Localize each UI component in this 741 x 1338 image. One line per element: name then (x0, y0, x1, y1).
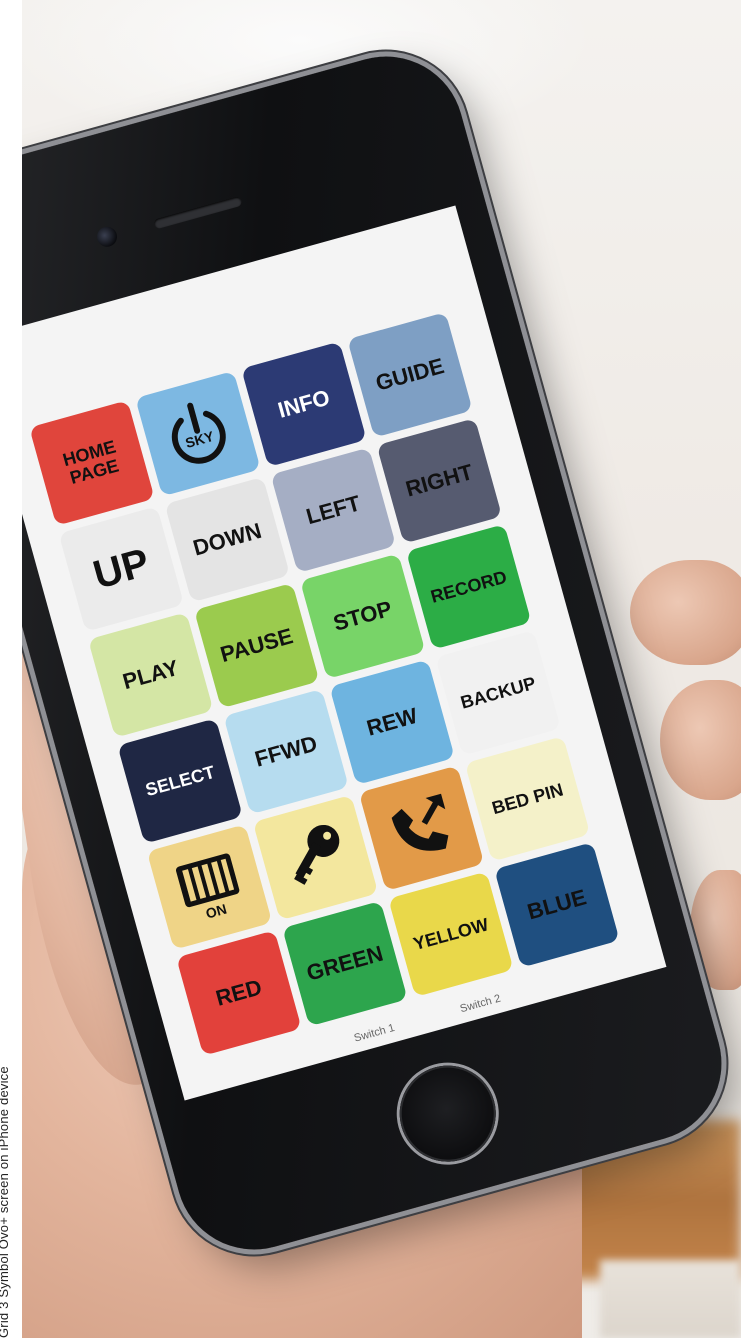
tile-label: REW (364, 703, 421, 742)
tile-label: GREEN (303, 941, 386, 987)
tile-label: PLAY (120, 655, 182, 695)
tile-down[interactable]: DOWN (164, 476, 291, 603)
tile-guide[interactable]: GUIDE (347, 312, 473, 438)
tile-label: ON (203, 900, 229, 922)
tile-label: DOWN (190, 518, 265, 561)
tile-phone-call-icon[interactable] (358, 765, 485, 892)
tile-label: RECORD (428, 566, 509, 607)
tile-ffwd[interactable]: FFWD (223, 688, 349, 815)
tile-up[interactable]: UP (58, 506, 185, 632)
background-floor (600, 1260, 741, 1338)
image-caption: Grid 3 Symbol Ovo+ screen on iPhone devi… (0, 1066, 11, 1338)
tile-home-page[interactable]: HOME PAGE (29, 400, 155, 526)
tile-red[interactable]: RED (176, 930, 302, 1056)
tile-label: STOP (330, 596, 395, 637)
tile-record[interactable]: RECORD (405, 524, 532, 650)
tile-label: YELLOW (411, 913, 491, 954)
tile-play[interactable]: PLAY (87, 612, 214, 738)
tile-label: BLUE (524, 884, 590, 925)
tile-select[interactable]: SELECT (117, 718, 243, 844)
heater-icon (170, 847, 245, 912)
tile-label: PAUSE (217, 623, 296, 668)
tile-yellow[interactable]: YELLOW (388, 871, 514, 998)
tile-backup[interactable]: BACKUP (435, 630, 561, 756)
tile-right[interactable]: RIGHT (376, 418, 503, 544)
tile-sky[interactable]: SKY (135, 370, 261, 497)
key-icon (266, 808, 364, 906)
tile-label: SELECT (143, 761, 217, 800)
tile-key-icon[interactable] (252, 794, 379, 921)
tile-label: BACKUP (458, 672, 538, 713)
tile-label: RED (213, 974, 265, 1012)
tile-pause[interactable]: PAUSE (193, 582, 320, 709)
phone-call-icon (372, 779, 470, 877)
hand-finger (630, 560, 741, 665)
tile-label: UP (88, 540, 154, 598)
tile-green[interactable]: GREEN (282, 900, 408, 1027)
tile-blue[interactable]: BLUE (494, 842, 620, 968)
tile-info[interactable]: INFO (241, 341, 367, 468)
tile-label: LEFT (303, 490, 364, 530)
tile-on[interactable]: ON (146, 824, 273, 950)
tile-left[interactable]: LEFT (270, 447, 397, 574)
caption-strip: Grid 3 Symbol Ovo+ screen on iPhone devi… (0, 0, 22, 1338)
tile-stop[interactable]: STOP (299, 553, 426, 680)
tile-rew[interactable]: REW (329, 659, 455, 786)
tile-label: GUIDE (373, 353, 447, 397)
tile-label: BED PIN (489, 779, 566, 818)
tile-label: RIGHT (402, 459, 476, 502)
tile-label: FFWD (252, 731, 321, 773)
tile-label: HOME PAGE (60, 436, 121, 488)
tile-bed-pin[interactable]: BED PIN (464, 736, 591, 862)
tile-label: INFO (275, 385, 333, 424)
